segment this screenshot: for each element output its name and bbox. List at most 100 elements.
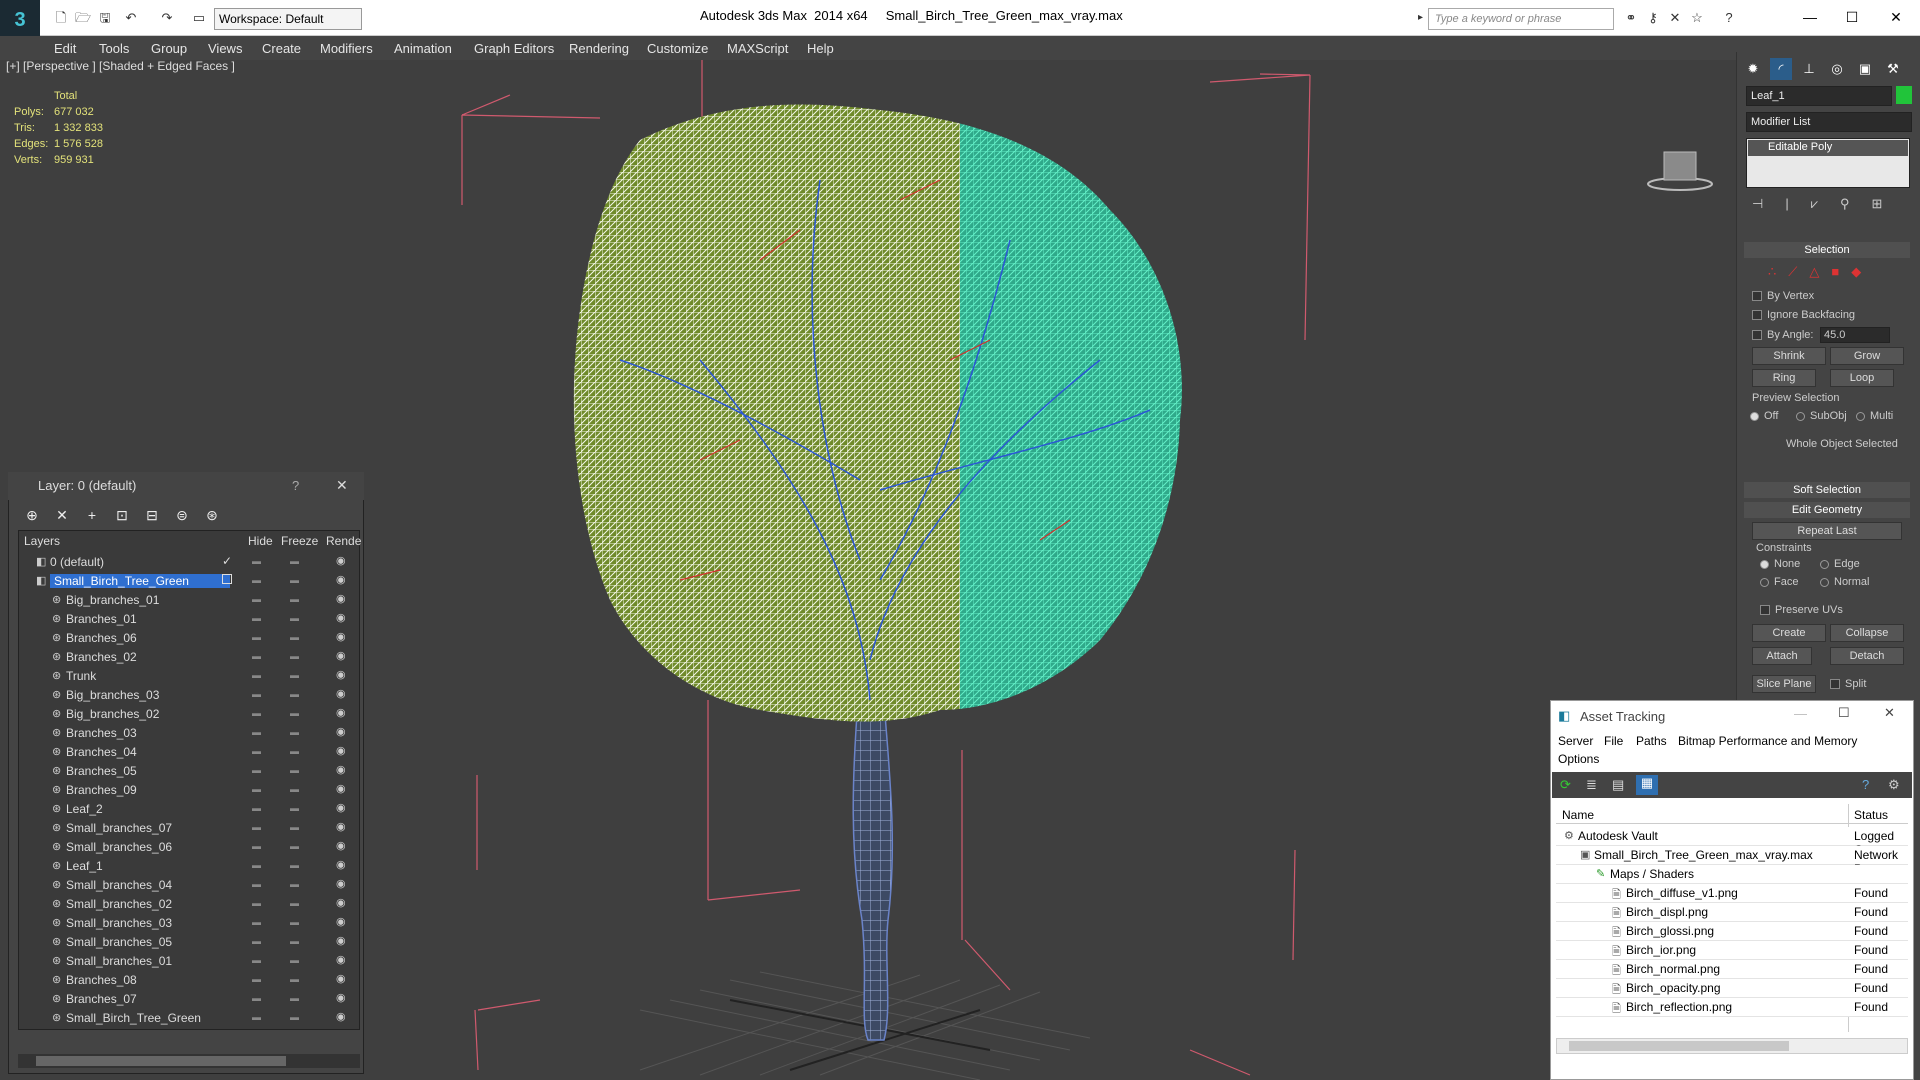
hide-toggle-icon[interactable]: ▬: [252, 917, 261, 927]
asset-name-column-header[interactable]: Name: [1562, 808, 1594, 822]
hide-toggle-icon[interactable]: ▬: [252, 993, 261, 1003]
asset-help-icon[interactable]: ?: [1862, 777, 1869, 792]
render-toggle-icon[interactable]: ◉: [336, 592, 346, 605]
angle-spinner[interactable]: 45.0: [1820, 327, 1890, 343]
freeze-toggle-icon[interactable]: ▬: [290, 879, 299, 889]
freeze-toggle-icon[interactable]: ▬: [290, 917, 299, 927]
menu-modifiers[interactable]: Modifiers: [320, 41, 373, 56]
utilities-tab-icon[interactable]: ⚒: [1882, 58, 1904, 80]
subobject-level-icons[interactable]: ∴⟋△■◆: [1768, 264, 1908, 282]
layer-row[interactable]: ⊛ Small_branches_01 ▬ ▬ ◉: [20, 952, 358, 971]
layer-row-name[interactable]: Big_branches_02: [66, 707, 159, 721]
layer-row-name[interactable]: Leaf_2: [66, 802, 103, 816]
preview-subobj-radio[interactable]: SubObj: [1796, 410, 1847, 422]
object-color-swatch[interactable]: [1896, 86, 1912, 104]
hide-toggle-icon[interactable]: ▬: [252, 594, 261, 604]
asset-row[interactable]: 🗎 Birch_glossi.png Found: [1556, 922, 1908, 941]
table-view-icon[interactable]: ▦: [1636, 775, 1658, 795]
current-layer-check-icon[interactable]: ✓: [222, 554, 232, 568]
render-toggle-icon[interactable]: ◉: [336, 820, 346, 833]
collapse-button[interactable]: Collapse: [1830, 624, 1904, 642]
preserve-uvs-checkbox[interactable]: Preserve UVs: [1760, 604, 1843, 616]
layer-row-name[interactable]: Small_Birch_Tree_Green: [50, 574, 230, 588]
layer-row-name[interactable]: Small_branches_05: [66, 935, 172, 949]
binoculars-icon[interactable]: ⚭: [1622, 9, 1640, 27]
layer-row-name[interactable]: Leaf_1: [66, 859, 103, 873]
freeze-toggle-icon[interactable]: ▬: [290, 556, 299, 566]
freeze-toggle-icon[interactable]: ▬: [290, 651, 299, 661]
layer-close-button[interactable]: ✕: [336, 477, 348, 494]
freeze-toggle-icon[interactable]: ▬: [290, 974, 299, 984]
hide-toggle-icon[interactable]: ▬: [252, 613, 261, 623]
hide-toggle-icon[interactable]: ▬: [252, 575, 261, 585]
hide-toggle-icon[interactable]: ▬: [252, 936, 261, 946]
list-view-icon[interactable]: ≣: [1586, 777, 1597, 793]
soft-selection-rollout-header[interactable]: Soft Selection: [1744, 482, 1910, 498]
grow-button[interactable]: Grow: [1830, 347, 1904, 365]
undo-icon[interactable]: ↶: [122, 9, 140, 27]
layer-help-button[interactable]: ?: [292, 478, 299, 493]
new-layer-icon[interactable]: ⊕: [22, 506, 42, 524]
hide-toggle-icon[interactable]: ▬: [252, 746, 261, 756]
layer-row[interactable]: ⊛ Small_branches_06 ▬ ▬ ◉: [20, 838, 358, 857]
hide-toggle-icon[interactable]: ▬: [252, 822, 261, 832]
object-name-field[interactable]: Leaf_1: [1746, 86, 1892, 106]
layer-row-name[interactable]: Small_branches_01: [66, 954, 172, 968]
maximize-button[interactable]: ☐: [1830, 4, 1874, 30]
workspace-dropdown[interactable]: Workspace: Default: [214, 8, 362, 30]
layer-row[interactable]: ⊛ Branches_05 ▬ ▬ ◉: [20, 762, 358, 781]
ignore-backfacing-checkbox[interactable]: Ignore Backfacing: [1752, 309, 1855, 321]
asset-row[interactable]: 🗎 Birch_normal.png Found: [1556, 960, 1908, 979]
asset-menu-options[interactable]: Options: [1558, 752, 1599, 766]
freeze-toggle-icon[interactable]: ▬: [290, 955, 299, 965]
render-toggle-icon[interactable]: ◉: [336, 915, 346, 928]
constraint-none-radio[interactable]: None: [1760, 558, 1800, 570]
render-toggle-icon[interactable]: ◉: [336, 649, 346, 662]
create-tab-icon[interactable]: ✹: [1742, 58, 1764, 80]
freeze-toggle-icon[interactable]: ▬: [290, 632, 299, 642]
by-angle-checkbox[interactable]: By Angle:: [1752, 329, 1813, 341]
layer-row[interactable]: ⊛ Small_branches_02 ▬ ▬ ◉: [20, 895, 358, 914]
render-toggle-icon[interactable]: ◉: [336, 554, 346, 567]
render-toggle-icon[interactable]: ◉: [336, 668, 346, 681]
open-file-icon[interactable]: 🗁: [74, 9, 92, 27]
by-vertex-checkbox[interactable]: By Vertex: [1752, 290, 1814, 302]
hide-toggle-icon[interactable]: ▬: [252, 803, 261, 813]
constraint-face-radio[interactable]: Face: [1760, 576, 1798, 588]
help-icon[interactable]: ?: [1720, 9, 1738, 27]
freeze-toggle-icon[interactable]: ▬: [290, 936, 299, 946]
hide-column-header[interactable]: Hide: [248, 534, 273, 548]
edit-geometry-rollout-header[interactable]: Edit Geometry: [1744, 502, 1910, 518]
render-toggle-icon[interactable]: ◉: [336, 782, 346, 795]
layer-row-name[interactable]: Small_Birch_Tree_Green: [66, 1011, 201, 1025]
freeze-toggle-icon[interactable]: ▬: [290, 1012, 299, 1022]
freeze-toggle-icon[interactable]: ▬: [290, 670, 299, 680]
render-toggle-icon[interactable]: ◉: [336, 744, 346, 757]
menu-animation[interactable]: Animation: [394, 41, 452, 56]
render-toggle-icon[interactable]: ◉: [336, 725, 346, 738]
asset-scroll-thumb[interactable]: [1569, 1041, 1789, 1051]
shrink-button[interactable]: Shrink: [1752, 347, 1826, 365]
layer-row[interactable]: ◧ Small_Birch_Tree_Green ▬ ▬ ◉: [20, 572, 358, 591]
hide-all-layers-icon[interactable]: ⊜: [172, 506, 192, 524]
render-toggle-icon[interactable]: ◉: [336, 972, 346, 985]
render-toggle-icon[interactable]: ◉: [336, 953, 346, 966]
layer-row-name[interactable]: Branches_09: [66, 783, 137, 797]
freeze-toggle-icon[interactable]: ▬: [290, 860, 299, 870]
hide-toggle-icon[interactable]: ▬: [252, 689, 261, 699]
layer-row-name[interactable]: Branches_02: [66, 650, 137, 664]
freeze-toggle-icon[interactable]: ▬: [290, 803, 299, 813]
asset-horizontal-scrollbar[interactable]: [1556, 1038, 1908, 1054]
layer-row[interactable]: ⊛ Trunk ▬ ▬ ◉: [20, 667, 358, 686]
asset-row[interactable]: 🗎 Birch_ior.png Found: [1556, 941, 1908, 960]
render-toggle-icon[interactable]: ◉: [336, 611, 346, 624]
render-toggle-icon[interactable]: ◉: [336, 896, 346, 909]
freeze-toggle-icon[interactable]: ▬: [290, 784, 299, 794]
create-button[interactable]: Create: [1752, 624, 1826, 642]
slice-plane-button[interactable]: Slice Plane: [1752, 675, 1816, 693]
render-toggle-icon[interactable]: ◉: [336, 858, 346, 871]
split-checkbox[interactable]: Split: [1830, 678, 1866, 690]
menu-rendering[interactable]: Rendering: [569, 41, 629, 56]
layer-row-name[interactable]: Small_branches_06: [66, 840, 172, 854]
layer-row-name[interactable]: Branches_06: [66, 631, 137, 645]
